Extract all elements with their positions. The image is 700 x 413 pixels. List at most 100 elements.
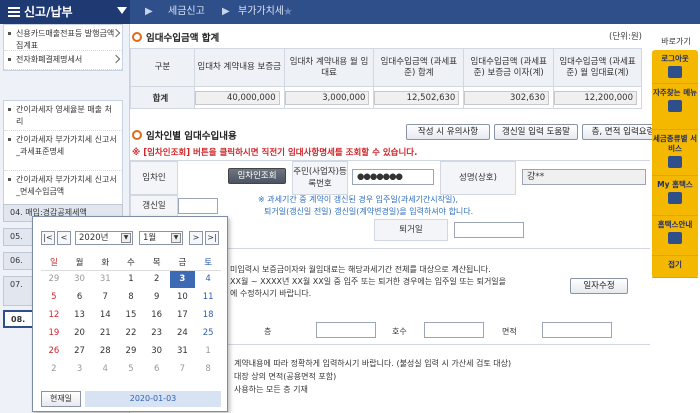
calendar-day[interactable]: 5 [41, 288, 67, 306]
collapse-link[interactable]: 접기 [652, 256, 698, 278]
regno-field[interactable]: ●●●●●●● [352, 169, 434, 185]
calendar-week-row: 19 20 21 22 23 24 25 [41, 324, 221, 342]
frequent-menu-label: 자주찾는 메뉴 [652, 88, 697, 97]
row-label-total: 합계 [130, 86, 195, 109]
calendar-day[interactable]: 17 [170, 306, 196, 324]
calendar-day[interactable]: 29 [41, 270, 67, 288]
breadcrumb-tax-filing[interactable]: 세금신고 [168, 0, 205, 24]
calendar-day[interactable]: 13 [67, 306, 93, 324]
sidebar-item[interactable]: 간이과세자 영세율분 매출 처리 [4, 101, 122, 131]
calendar-day[interactable]: 4 [195, 270, 221, 288]
year-select[interactable]: 2020년 ▼ [75, 231, 133, 245]
sidebar-item[interactable]: 간이과세자 부가가치세 신고서_과세표준명세 [4, 131, 122, 171]
col-income-total: 임대수입금액 (과세표준) 합계 [373, 48, 465, 87]
calendar-day[interactable]: 25 [195, 324, 221, 342]
calendar-grid: 일월화수목금토 29 30 31 1 2 3 4 5 6 7 8 9 10 11 12 13 14 15 16 17 1… [41, 255, 221, 378]
calendar-day[interactable]: 28 [92, 342, 118, 360]
calendar-day[interactable]: 29 [118, 342, 144, 360]
tenant-search-button[interactable]: 임차인조회 [228, 168, 286, 184]
sidebar-item-label: 전자화폐결제명세서 [16, 55, 83, 64]
col-category: 구분 [130, 48, 195, 87]
calendar-day[interactable]: 7 [170, 360, 196, 378]
unit-no-field[interactable] [424, 322, 484, 338]
next-year-button[interactable]: >| [205, 231, 219, 245]
prev-year-button[interactable]: |< [41, 231, 55, 245]
favorite-star-icon[interactable]: ★ [283, 5, 293, 18]
calendar-day[interactable]: 9 [144, 288, 170, 306]
calendar-day[interactable]: 22 [118, 324, 144, 342]
calendar-day[interactable]: 21 [92, 324, 118, 342]
caution-button[interactable]: 작성 시 유의사항 [406, 124, 490, 140]
cell-income-total: 12,502,630 [373, 86, 465, 109]
arrow-icon: ▶ [145, 6, 153, 17]
calendar-day[interactable]: 31 [92, 270, 118, 288]
cell-deposit-interest: 302,630 [463, 86, 555, 109]
calendar-day[interactable]: 11 [195, 288, 221, 306]
calendar-day[interactable]: 3 [169, 270, 196, 288]
calendar-day[interactable]: 10 [170, 288, 196, 306]
calendar-day[interactable]: 18 [195, 306, 221, 324]
sidebar-item-label: 간이과세자 영세율분 매출 처리 [16, 105, 112, 126]
calendar-week-row: 5 6 7 8 9 10 11 [41, 288, 221, 306]
calendar-day[interactable]: 12 [41, 306, 67, 324]
calendar-day[interactable]: 19 [41, 324, 67, 342]
exit-date-field[interactable] [454, 222, 524, 238]
my-hometax-link[interactable]: My 홈택스 [652, 176, 698, 216]
footnote-1: 계약내용에 따라 정확하게 입력하시기 바랍니다. (불성실 입력 시 가산세 … [234, 359, 512, 368]
calendar-day[interactable]: 31 [170, 342, 196, 360]
menu-title[interactable]: 신고/납부 [0, 0, 130, 24]
calendar-day[interactable]: 1 [118, 270, 144, 288]
logout-link[interactable]: 로그아웃 [652, 50, 698, 84]
calendar-day[interactable]: 14 [92, 306, 118, 324]
calendar-day[interactable]: 26 [41, 342, 67, 360]
calendar-day[interactable]: 16 [144, 306, 170, 324]
tax-service-link[interactable]: 세금종류별 서비스 [652, 130, 698, 176]
chevron-icon [111, 54, 121, 64]
calendar-day[interactable]: 6 [67, 288, 93, 306]
next-month-button[interactable]: > [189, 231, 203, 245]
calendar-day[interactable]: 7 [92, 288, 118, 306]
weekday-label: 화 [92, 255, 119, 271]
today-button[interactable]: 현재일 [41, 391, 81, 407]
calendar-day[interactable]: 8 [195, 360, 221, 378]
breadcrumb-vat[interactable]: 부가가치세 [238, 0, 284, 24]
unit-label: (단위:원) [609, 32, 642, 42]
area-label: 면적 [502, 327, 517, 336]
cell-monthly-rent: 3,000,000 [283, 86, 375, 109]
calendar-day[interactable]: 30 [67, 270, 93, 288]
hometax-guide-link[interactable]: 홈택스안내 [652, 216, 698, 256]
calendar-day[interactable]: 23 [144, 324, 170, 342]
calendar-day[interactable]: 1 [195, 342, 221, 360]
renewal-help-button[interactable]: 갱신일 입력 도움말 [494, 124, 578, 140]
col-monthly-rent: 임대차 계약내용 월 임대료 [283, 48, 375, 87]
calendar-day[interactable]: 3 [67, 360, 93, 378]
summary-table: 구분 임대차 계약내용 보증금 임대차 계약내용 월 임대료 임대수입금액 (과… [130, 48, 642, 109]
calendar-day[interactable]: 15 [118, 306, 144, 324]
frequent-menu-link[interactable]: 자주찾는 메뉴 [652, 84, 698, 130]
calendar-day[interactable]: 24 [170, 324, 196, 342]
modify-date-button[interactable]: 일자수정 [570, 278, 628, 294]
calendar-day[interactable]: 27 [67, 342, 93, 360]
sidebar-item[interactable]: 전자화폐결제명세서 [4, 51, 122, 70]
calendar-day[interactable]: 4 [92, 360, 118, 378]
user-icon [668, 192, 682, 204]
calendar-day[interactable]: 5 [118, 360, 144, 378]
calendar-day[interactable]: 2 [41, 360, 67, 378]
calendar-day[interactable]: 8 [118, 288, 144, 306]
guide-icon [668, 232, 682, 244]
calendar-week-row: 26 27 28 29 30 31 1 [41, 342, 221, 360]
calendar-day[interactable]: 2 [144, 270, 170, 288]
calendar-day[interactable]: 6 [144, 360, 170, 378]
floor-field[interactable] [316, 322, 376, 338]
month-select[interactable]: 1월 ▼ [139, 231, 183, 245]
sidebar-item[interactable]: 신용카드매출전표등 발행금액집계표 [4, 25, 122, 51]
prev-month-button[interactable]: < [57, 231, 71, 245]
calendar-day[interactable]: 20 [67, 324, 93, 342]
chevron-down-icon[interactable] [117, 7, 127, 14]
weekday-label: 목 [143, 255, 170, 271]
renewal-date-field[interactable] [178, 198, 218, 214]
weekday-label: 월 [66, 255, 93, 271]
calendar-day[interactable]: 30 [144, 342, 170, 360]
calc-note-2: XX월 ~ XXXX년 XX월 XX일 중 입주 또는 퇴거한 경우에는 입주일… [230, 277, 507, 286]
area-field[interactable] [542, 322, 612, 338]
